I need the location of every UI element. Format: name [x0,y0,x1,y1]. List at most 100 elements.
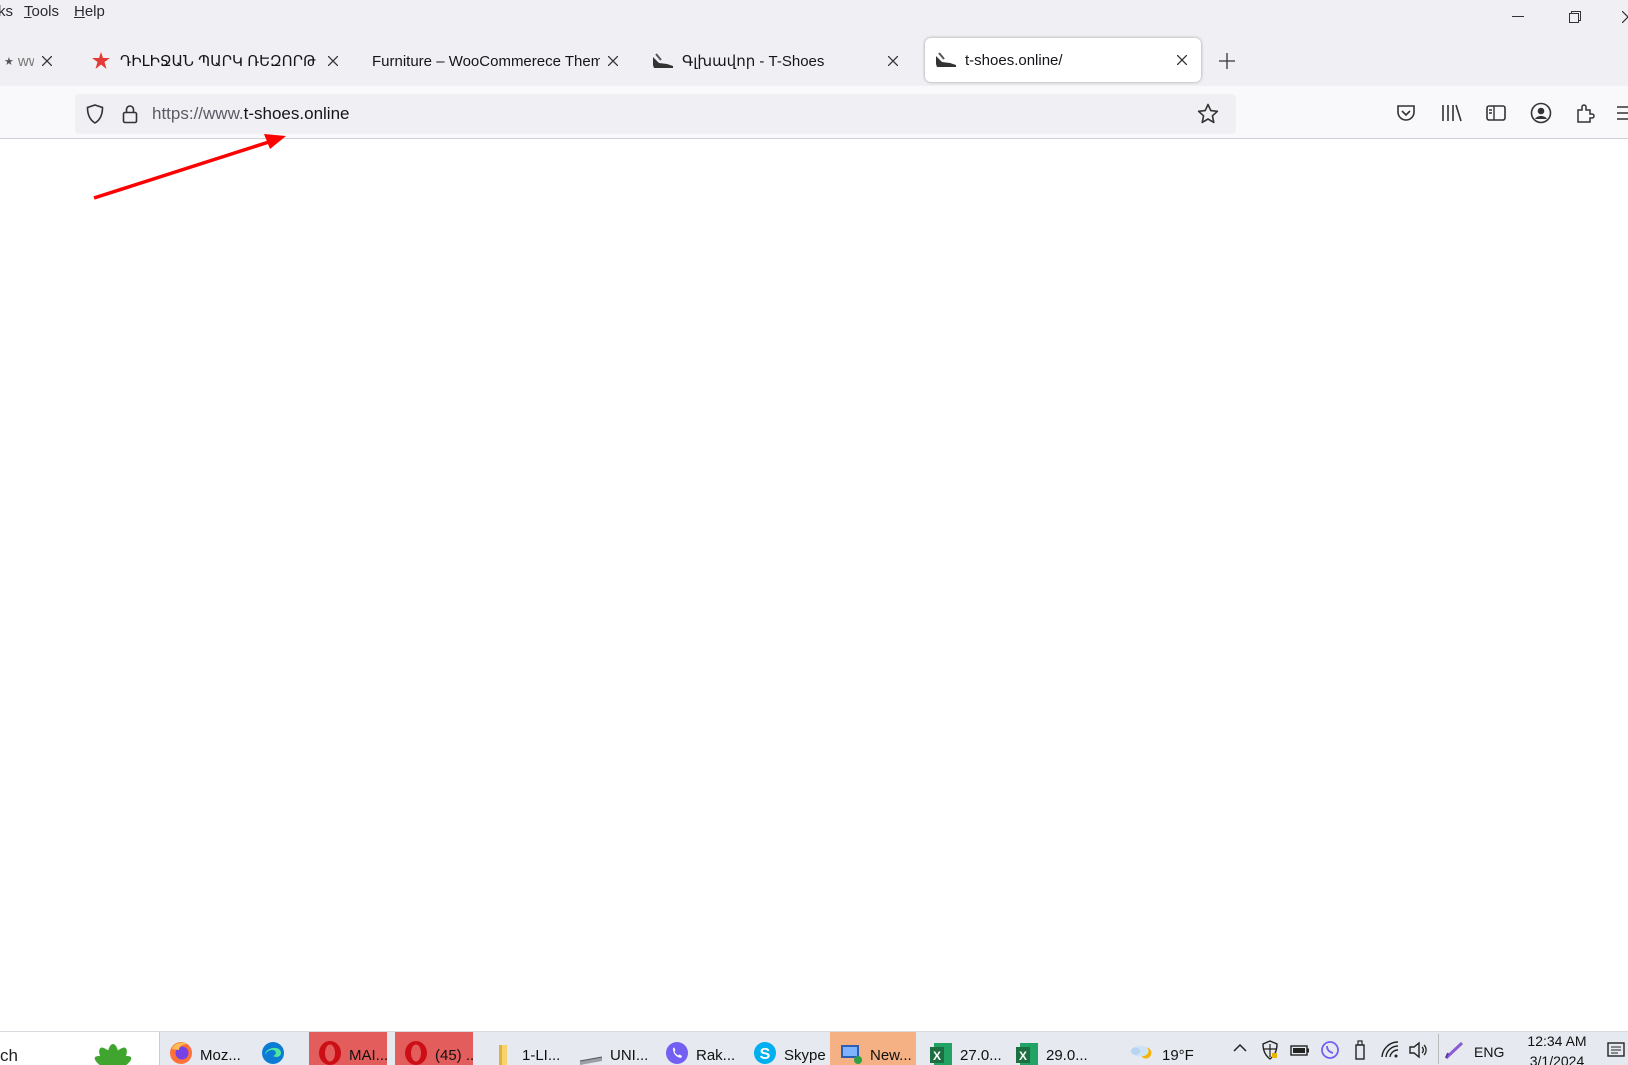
tray-divider [1438,1034,1439,1064]
menu-bar: ks Tools Help [0,0,1628,40]
sidebar-icon[interactable] [1481,98,1511,128]
weather-cloud-sun-icon [1130,1039,1156,1065]
shoe-icon [935,49,957,71]
tab-title: www [17,52,34,70]
taskbar-network[interactable]: New... [830,1032,916,1065]
url-bar[interactable]: https://www.t-shoes.online [75,94,1236,134]
bookmark-star-icon[interactable] [1193,99,1223,129]
clock[interactable]: 12:34 AM 3/1/2024 [1522,1031,1592,1065]
taskbar-label: 27.0... [960,1046,1002,1064]
taskbar-edge[interactable] [252,1032,302,1065]
tab-dilijan[interactable]: ԴԻԼԻՋԱՆ ՊԱՐԿ ՌԵԶՈՐԹ ( Դ [80,40,352,82]
tab-title: Գլխավոր - T-Shoes [682,53,825,70]
close-icon [328,56,338,66]
url-prefix: https://www. [152,104,244,123]
tab-close-button[interactable] [600,48,626,74]
close-window-button[interactable] [1605,6,1628,28]
defender-icon[interactable] [1260,1040,1280,1063]
search-text: ch [0,1046,18,1065]
minimize-icon [1512,16,1524,17]
pen-icon[interactable] [1444,1040,1466,1063]
clock-date: 3/1/2024 [1529,1053,1585,1065]
close-icon [608,56,618,66]
restore-button[interactable] [1552,6,1598,28]
minimize-button[interactable] [1495,6,1541,28]
svg-text:X: X [933,1049,941,1063]
lock-icon[interactable] [115,99,145,129]
tab-title: t-shoes.online/ [965,51,1063,69]
new-tab-button[interactable] [1214,48,1240,74]
taskbar: ch Moz... MAI... (45) . 1-LI... UNI... R… [0,1031,1628,1065]
drive-icon [578,1039,604,1065]
taskbar-label: 1-LI... [522,1046,561,1064]
tab-furniture[interactable]: Furniture – WooCommerece Theme [362,40,632,82]
annotation-arrow [93,134,286,200]
tray-overflow-icon[interactable] [1232,1040,1248,1059]
close-icon [1622,11,1628,23]
weather-temp: 19°F [1162,1046,1194,1064]
url-text[interactable]: https://www.t-shoes.online [152,104,349,124]
close-icon [1177,55,1187,65]
tab-tshoes-home[interactable]: Գլխավոր - T-Shoes [642,40,912,82]
taskbar-opera-mail[interactable]: MAI... [309,1032,387,1065]
firefox-icon [168,1039,194,1065]
menu-hamburger-icon[interactable] [1610,98,1628,128]
account-icon[interactable] [1526,98,1556,128]
tab-close-button[interactable] [34,48,60,74]
taskbar-label: Moz... [200,1046,241,1064]
opera-icon [317,1039,343,1065]
taskbar-weather[interactable]: 19°F [1122,1032,1202,1065]
taskbar-label: Skype [784,1046,826,1064]
viber-tray-icon[interactable] [1320,1040,1340,1063]
library-icon[interactable] [1437,98,1467,128]
extensions-icon[interactable] [1570,98,1600,128]
close-icon [888,56,898,66]
folder-icon [490,1039,516,1065]
pocket-icon[interactable] [1391,98,1421,128]
shoe-icon [652,50,674,72]
menu-help[interactable]: Help [74,3,105,20]
tab-close-button[interactable] [880,48,906,74]
tab-tshoes-online[interactable]: t-shoes.online/ [925,38,1201,82]
taskbar-firefox[interactable]: Moz... [160,1032,248,1065]
taskbar-drive[interactable]: UNI... [570,1032,650,1065]
tab-close-button[interactable] [320,48,346,74]
tab-www[interactable]: ★ www [0,40,66,82]
taskbar-opera-45[interactable]: (45) ... [395,1032,473,1065]
wifi-icon[interactable] [1380,1040,1400,1063]
taskbar-label: New... [870,1046,912,1064]
screen: ks Tools Help ★ www ԴԻԼԻՋԱՆ ՊԱՐԿ ՌԵԶՈՐԹ … [0,0,1628,1065]
tab-title: Furniture – WooCommerece Theme [372,52,600,70]
svg-text:X: X [1019,1049,1027,1063]
notifications-icon[interactable] [1606,1040,1626,1063]
usb-icon[interactable] [1350,1040,1370,1063]
network-icon [838,1039,864,1065]
red-star-icon [90,50,112,72]
tab-strip: ★ www ԴԻԼԻՋԱՆ ՊԱՐԿ ՌԵԶՈՐԹ ( Դ Furniture … [0,38,1628,86]
taskbar-skype[interactable]: S Skype [744,1032,828,1065]
excel-icon: X [1014,1039,1040,1065]
search-highlight-icon [82,1032,144,1065]
url-domain: t-shoes.online [243,104,350,123]
menu-tools[interactable]: Tools [24,3,59,20]
taskbar-folder[interactable]: 1-LI... [482,1032,562,1065]
close-icon [42,56,52,66]
battery-icon[interactable] [1290,1040,1310,1063]
taskbar-viber[interactable]: Rak... [656,1032,740,1065]
star-icon: ★ [4,55,14,68]
excel-icon: X [928,1039,954,1065]
menu-bookmarks[interactable]: ks [0,3,13,20]
viber-icon [664,1039,690,1065]
tab-close-button[interactable] [1169,47,1195,73]
skype-icon: S [752,1039,778,1065]
shield-icon[interactable] [80,99,110,129]
taskbar-excel-27[interactable]: X 27.0... [920,1032,1004,1065]
taskbar-excel-29[interactable]: X 29.0... [1006,1032,1090,1065]
edge-icon [260,1039,286,1065]
plus-icon [1219,53,1235,69]
volume-icon[interactable] [1408,1040,1430,1063]
taskbar-label: (45) ... [435,1046,473,1064]
lang-indicator[interactable]: ENG [1474,1044,1504,1060]
taskbar-label: MAI... [349,1046,387,1064]
tab-title: ԴԻԼԻՋԱՆ ՊԱՐԿ ՌԵԶՈՐԹ ( Դ [120,53,320,70]
